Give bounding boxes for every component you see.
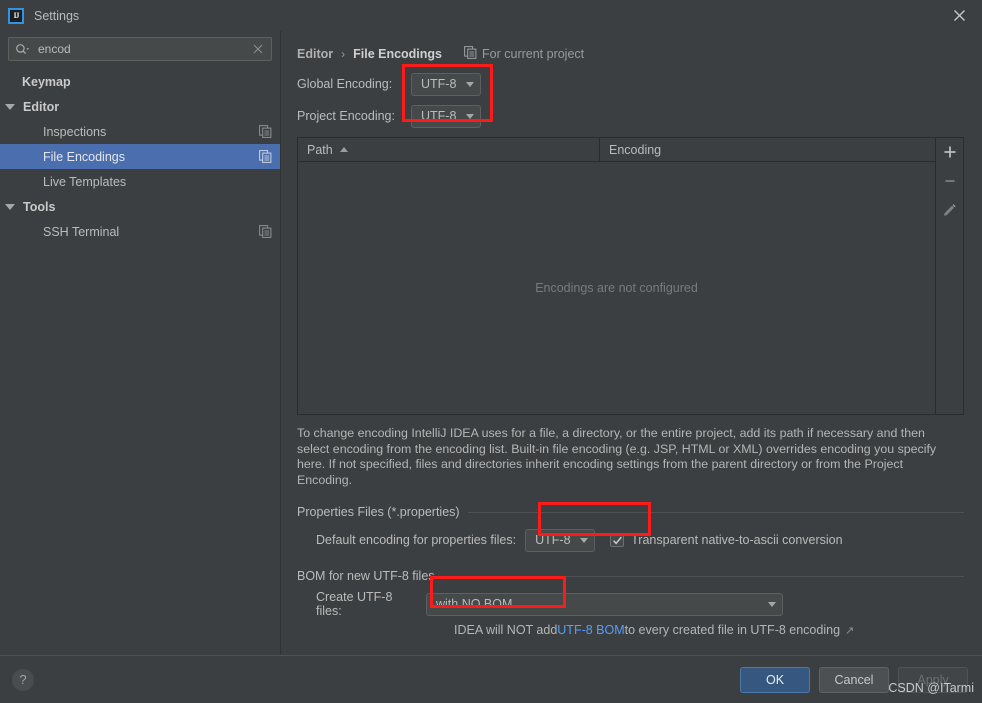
sidebar-item-label: Editor [23, 99, 60, 114]
sidebar-item-live-templates[interactable]: Live Templates [0, 169, 280, 194]
chevron-down-icon [466, 113, 474, 119]
page-title: File Encodings [353, 47, 443, 61]
table-empty-message: Encodings are not configured [535, 281, 698, 295]
column-header-encoding[interactable]: Encoding [600, 138, 935, 161]
bom-group-label: BOM for new UTF-8 files [297, 569, 435, 583]
table-toolbar [936, 137, 964, 415]
default-properties-encoding-row: Default encoding for properties files: U… [316, 528, 964, 552]
encodings-description: To change encoding IntelliJ IDEA uses fo… [297, 426, 937, 487]
dialog-body: Keymap Editor Inspections [0, 31, 982, 655]
bom-group: BOM for new UTF-8 files Create UTF-8 fil… [297, 569, 964, 637]
global-encoding-dropdown[interactable]: UTF-8 [411, 72, 481, 96]
transparent-conversion-label: Transparent native-to-ascii conversion [631, 533, 843, 547]
sort-ascending-icon [339, 147, 348, 152]
divider [467, 511, 964, 513]
bom-group-title: BOM for new UTF-8 files [297, 569, 964, 583]
project-scope-icon [259, 125, 272, 138]
cancel-button[interactable]: Cancel [819, 666, 889, 693]
checkbox-box [610, 533, 625, 547]
breadcrumb-separator: › [341, 47, 346, 61]
chevron-down-icon [768, 601, 776, 607]
chevron-down-icon [580, 537, 589, 543]
breadcrumb-parent[interactable]: Editor [297, 47, 333, 61]
sidebar-item-label: SSH Terminal [43, 224, 120, 239]
project-scope-icon [259, 150, 272, 163]
remove-icon[interactable] [937, 169, 963, 193]
column-header-encoding-label: Encoding [609, 142, 662, 157]
clear-icon[interactable] [251, 42, 265, 56]
search-input[interactable] [32, 42, 251, 56]
column-header-path-label: Path [307, 142, 333, 157]
default-properties-encoding-dropdown[interactable]: UTF-8 [525, 528, 596, 552]
project-scope-icon [464, 46, 477, 62]
properties-files-group-label: Properties Files (*.properties) [297, 505, 460, 519]
project-encoding-label: Project Encoding: [297, 109, 395, 123]
apply-button: Apply [898, 666, 968, 693]
column-header-path[interactable]: Path [298, 138, 600, 161]
sidebar-item-keymap[interactable]: Keymap [0, 69, 280, 94]
sidebar-item-ssh-terminal[interactable]: SSH Terminal [0, 219, 280, 244]
bom-group-body: Create UTF-8 files: with NO BOM IDEA wil… [297, 583, 964, 637]
default-properties-encoding-label: Default encoding for properties files: [316, 533, 517, 547]
bom-hint: IDEA will NOT add UTF-8 BOM to every cre… [316, 623, 964, 637]
encodings-table: Path Encoding Encodings are not configur… [297, 137, 936, 415]
project-encoding-value: UTF-8 [421, 109, 457, 123]
sidebar-item-label: File Encodings [43, 149, 125, 164]
create-utf8-files-dropdown[interactable]: with NO BOM [426, 592, 783, 616]
window-title: Settings [34, 8, 80, 23]
bom-hint-prefix: IDEA will NOT add [454, 623, 558, 637]
add-icon[interactable] [937, 140, 963, 164]
breadcrumb: Editor › File Encodings For current proj… [297, 31, 964, 65]
title-bar: IJ Settings [0, 0, 982, 31]
search-box[interactable] [8, 37, 272, 61]
search-icon [15, 43, 30, 56]
sidebar-item-label: Keymap [22, 74, 71, 89]
global-encoding-label: Global Encoding: [297, 77, 393, 91]
for-current-project-badge: For current project [464, 46, 584, 62]
edit-icon[interactable] [937, 198, 963, 222]
sidebar-item-label: Live Templates [43, 174, 127, 189]
intellij-logo-icon: IJ [8, 7, 24, 24]
create-utf8-files-label: Create UTF-8 files: [316, 590, 393, 618]
help-icon[interactable]: ? [12, 668, 34, 691]
global-encoding-value: UTF-8 [421, 77, 457, 91]
settings-dialog: IJ Settings encod Keymap Editor Inspecti… [0, 0, 982, 703]
project-encoding-row: Project Encoding: UTF-8 [297, 103, 964, 129]
search-container [0, 31, 280, 67]
utf8-bom-link[interactable]: UTF-8 BOM [557, 623, 624, 637]
chevron-down-icon[interactable] [3, 203, 17, 210]
sidebar-item-tools[interactable]: Tools [0, 194, 280, 219]
settings-content: Editor › File Encodings For current proj… [281, 31, 982, 655]
properties-files-group-title: Properties Files (*.properties) [297, 505, 964, 519]
transparent-conversion-checkbox[interactable]: Transparent native-to-ascii conversion [610, 533, 843, 547]
ok-button[interactable]: OK [740, 666, 810, 693]
default-properties-encoding-value: UTF-8 [535, 533, 571, 547]
table-header: Path Encoding [298, 138, 935, 162]
sidebar-item-inspections[interactable]: Inspections [0, 119, 280, 144]
sidebar-item-label: Inspections [43, 124, 107, 139]
sidebar-item-label: Tools [23, 199, 56, 214]
project-encoding-dropdown[interactable]: UTF-8 [411, 104, 481, 128]
sidebar-item-editor[interactable]: Editor [0, 94, 280, 119]
for-current-project-label: For current project [482, 47, 585, 61]
properties-files-group: Properties Files (*.properties) Default … [297, 505, 964, 552]
table-body[interactable]: Encodings are not configured [298, 162, 935, 414]
dialog-footer: ? OK Cancel Apply [0, 655, 982, 703]
create-utf8-files-value: with NO BOM [436, 597, 513, 611]
divider [442, 575, 964, 577]
create-utf8-files-row: Create UTF-8 files: with NO BOM [316, 590, 964, 618]
close-icon[interactable] [936, 0, 982, 31]
project-scope-icon [259, 225, 272, 238]
chevron-down-icon [466, 81, 474, 87]
settings-sidebar: Keymap Editor Inspections [0, 31, 281, 655]
properties-files-group-body: Default encoding for properties files: U… [297, 519, 964, 552]
bom-hint-suffix: to every created file in UTF-8 encoding [624, 623, 841, 637]
sidebar-item-file-encodings[interactable]: File Encodings [0, 144, 280, 169]
global-encoding-row: Global Encoding: UTF-8 [297, 71, 964, 97]
encodings-table-area: Path Encoding Encodings are not configur… [297, 137, 964, 415]
external-link-icon: ↗ [845, 624, 855, 637]
chevron-down-icon[interactable] [3, 103, 17, 110]
settings-tree: Keymap Editor Inspections File Encodings… [0, 67, 280, 655]
